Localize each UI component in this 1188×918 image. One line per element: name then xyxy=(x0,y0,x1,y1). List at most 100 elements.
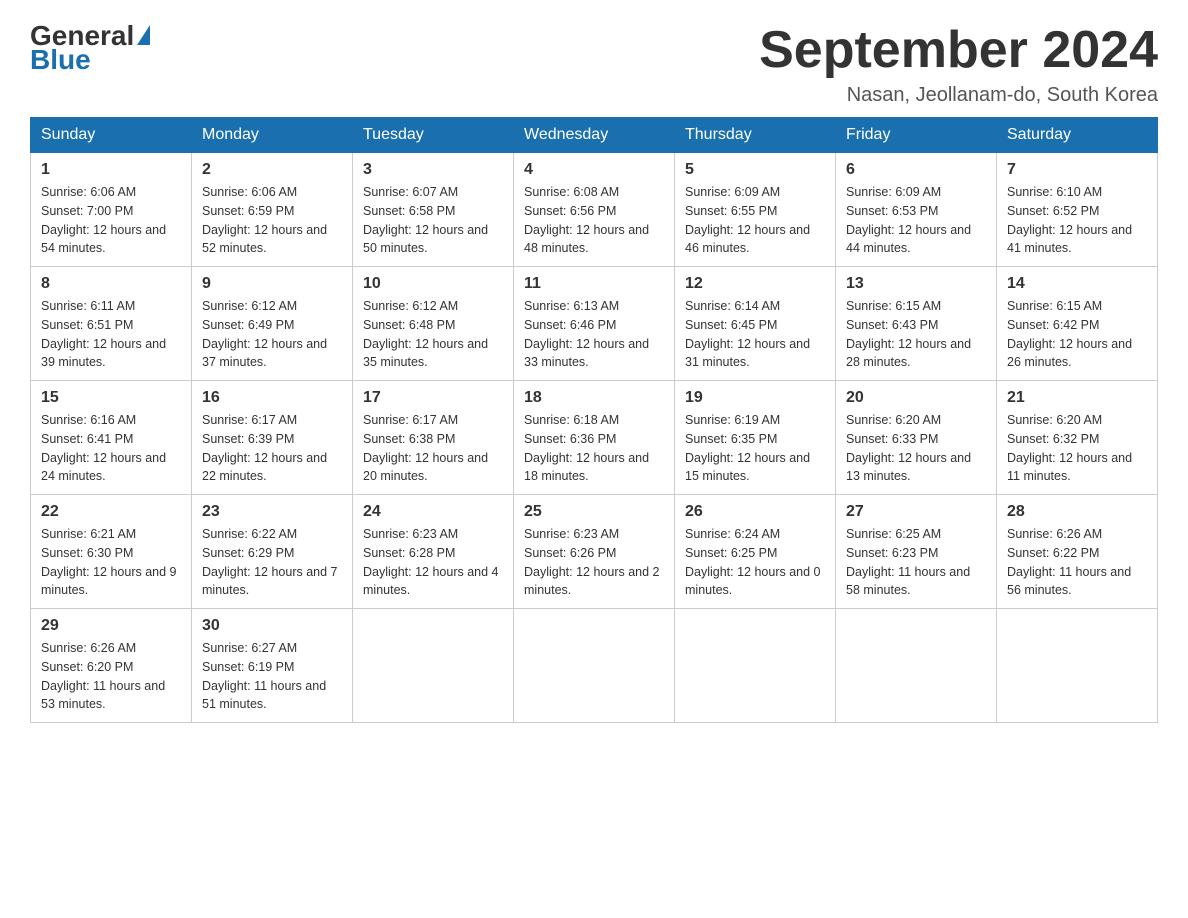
day-number: 24 xyxy=(363,503,503,521)
day-info: Sunrise: 6:13 AMSunset: 6:46 PMDaylight:… xyxy=(524,297,664,372)
day-info: Sunrise: 6:06 AMSunset: 7:00 PMDaylight:… xyxy=(41,183,181,258)
day-number: 5 xyxy=(685,161,825,179)
day-info: Sunrise: 6:20 AMSunset: 6:33 PMDaylight:… xyxy=(846,411,986,486)
calendar-cell: 13 Sunrise: 6:15 AMSunset: 6:43 PMDaylig… xyxy=(836,267,997,381)
day-info: Sunrise: 6:07 AMSunset: 6:58 PMDaylight:… xyxy=(363,183,503,258)
day-number: 23 xyxy=(202,503,342,521)
day-info: Sunrise: 6:17 AMSunset: 6:38 PMDaylight:… xyxy=(363,411,503,486)
calendar-cell xyxy=(675,609,836,723)
calendar-cell: 19 Sunrise: 6:19 AMSunset: 6:35 PMDaylig… xyxy=(675,381,836,495)
calendar-cell: 1 Sunrise: 6:06 AMSunset: 7:00 PMDayligh… xyxy=(31,153,192,267)
day-number: 18 xyxy=(524,389,664,407)
calendar-cell: 10 Sunrise: 6:12 AMSunset: 6:48 PMDaylig… xyxy=(353,267,514,381)
calendar-cell: 12 Sunrise: 6:14 AMSunset: 6:45 PMDaylig… xyxy=(675,267,836,381)
day-number: 12 xyxy=(685,275,825,293)
logo-triangle-icon xyxy=(137,25,150,45)
calendar-cell: 4 Sunrise: 6:08 AMSunset: 6:56 PMDayligh… xyxy=(514,153,675,267)
calendar-cell: 30 Sunrise: 6:27 AMSunset: 6:19 PMDaylig… xyxy=(192,609,353,723)
day-number: 20 xyxy=(846,389,986,407)
calendar-cell: 9 Sunrise: 6:12 AMSunset: 6:49 PMDayligh… xyxy=(192,267,353,381)
day-info: Sunrise: 6:23 AMSunset: 6:28 PMDaylight:… xyxy=(363,525,503,600)
calendar-cell: 14 Sunrise: 6:15 AMSunset: 6:42 PMDaylig… xyxy=(997,267,1158,381)
day-info: Sunrise: 6:11 AMSunset: 6:51 PMDaylight:… xyxy=(41,297,181,372)
logo-blue: Blue xyxy=(30,44,91,76)
day-number: 27 xyxy=(846,503,986,521)
day-info: Sunrise: 6:20 AMSunset: 6:32 PMDaylight:… xyxy=(1007,411,1147,486)
day-info: Sunrise: 6:25 AMSunset: 6:23 PMDaylight:… xyxy=(846,525,986,600)
day-number: 16 xyxy=(202,389,342,407)
day-number: 26 xyxy=(685,503,825,521)
day-info: Sunrise: 6:19 AMSunset: 6:35 PMDaylight:… xyxy=(685,411,825,486)
day-number: 14 xyxy=(1007,275,1147,293)
day-info: Sunrise: 6:26 AMSunset: 6:22 PMDaylight:… xyxy=(1007,525,1147,600)
day-info: Sunrise: 6:22 AMSunset: 6:29 PMDaylight:… xyxy=(202,525,342,600)
calendar-cell: 11 Sunrise: 6:13 AMSunset: 6:46 PMDaylig… xyxy=(514,267,675,381)
calendar-cell xyxy=(997,609,1158,723)
calendar-cell xyxy=(514,609,675,723)
weekday-header-tuesday: Tuesday xyxy=(353,118,514,153)
day-info: Sunrise: 6:17 AMSunset: 6:39 PMDaylight:… xyxy=(202,411,342,486)
weekday-header-saturday: Saturday xyxy=(997,118,1158,153)
day-number: 15 xyxy=(41,389,181,407)
calendar-cell xyxy=(836,609,997,723)
day-info: Sunrise: 6:24 AMSunset: 6:25 PMDaylight:… xyxy=(685,525,825,600)
weekday-header-wednesday: Wednesday xyxy=(514,118,675,153)
day-number: 9 xyxy=(202,275,342,293)
calendar-cell: 27 Sunrise: 6:25 AMSunset: 6:23 PMDaylig… xyxy=(836,495,997,609)
day-info: Sunrise: 6:14 AMSunset: 6:45 PMDaylight:… xyxy=(685,297,825,372)
day-number: 21 xyxy=(1007,389,1147,407)
weekday-header-row: SundayMondayTuesdayWednesdayThursdayFrid… xyxy=(31,118,1158,153)
day-info: Sunrise: 6:09 AMSunset: 6:53 PMDaylight:… xyxy=(846,183,986,258)
day-number: 13 xyxy=(846,275,986,293)
day-number: 8 xyxy=(41,275,181,293)
calendar-cell: 24 Sunrise: 6:23 AMSunset: 6:28 PMDaylig… xyxy=(353,495,514,609)
day-info: Sunrise: 6:08 AMSunset: 6:56 PMDaylight:… xyxy=(524,183,664,258)
calendar-cell: 3 Sunrise: 6:07 AMSunset: 6:58 PMDayligh… xyxy=(353,153,514,267)
day-info: Sunrise: 6:06 AMSunset: 6:59 PMDaylight:… xyxy=(202,183,342,258)
day-info: Sunrise: 6:26 AMSunset: 6:20 PMDaylight:… xyxy=(41,639,181,714)
calendar-cell: 16 Sunrise: 6:17 AMSunset: 6:39 PMDaylig… xyxy=(192,381,353,495)
calendar-cell: 6 Sunrise: 6:09 AMSunset: 6:53 PMDayligh… xyxy=(836,153,997,267)
day-number: 30 xyxy=(202,617,342,635)
calendar-cell: 20 Sunrise: 6:20 AMSunset: 6:33 PMDaylig… xyxy=(836,381,997,495)
calendar-cell xyxy=(353,609,514,723)
day-number: 22 xyxy=(41,503,181,521)
day-number: 1 xyxy=(41,161,181,179)
calendar-week-1: 1 Sunrise: 6:06 AMSunset: 7:00 PMDayligh… xyxy=(31,153,1158,267)
day-info: Sunrise: 6:15 AMSunset: 6:43 PMDaylight:… xyxy=(846,297,986,372)
calendar-cell: 17 Sunrise: 6:17 AMSunset: 6:38 PMDaylig… xyxy=(353,381,514,495)
day-number: 4 xyxy=(524,161,664,179)
weekday-header-sunday: Sunday xyxy=(31,118,192,153)
day-number: 29 xyxy=(41,617,181,635)
calendar-cell: 8 Sunrise: 6:11 AMSunset: 6:51 PMDayligh… xyxy=(31,267,192,381)
calendar-cell: 15 Sunrise: 6:16 AMSunset: 6:41 PMDaylig… xyxy=(31,381,192,495)
title-block: September 2024 Nasan, Jeollanam-do, Sout… xyxy=(759,20,1158,107)
logo: General Blue xyxy=(30,20,150,76)
day-number: 25 xyxy=(524,503,664,521)
calendar-cell: 18 Sunrise: 6:18 AMSunset: 6:36 PMDaylig… xyxy=(514,381,675,495)
day-number: 6 xyxy=(846,161,986,179)
day-number: 2 xyxy=(202,161,342,179)
day-info: Sunrise: 6:23 AMSunset: 6:26 PMDaylight:… xyxy=(524,525,664,600)
calendar-subtitle: Nasan, Jeollanam-do, South Korea xyxy=(759,84,1158,107)
day-info: Sunrise: 6:18 AMSunset: 6:36 PMDaylight:… xyxy=(524,411,664,486)
calendar-table: SundayMondayTuesdayWednesdayThursdayFrid… xyxy=(30,117,1158,723)
calendar-cell: 26 Sunrise: 6:24 AMSunset: 6:25 PMDaylig… xyxy=(675,495,836,609)
day-number: 3 xyxy=(363,161,503,179)
day-info: Sunrise: 6:15 AMSunset: 6:42 PMDaylight:… xyxy=(1007,297,1147,372)
calendar-title: September 2024 xyxy=(759,20,1158,80)
calendar-cell: 29 Sunrise: 6:26 AMSunset: 6:20 PMDaylig… xyxy=(31,609,192,723)
calendar-cell: 21 Sunrise: 6:20 AMSunset: 6:32 PMDaylig… xyxy=(997,381,1158,495)
calendar-cell: 22 Sunrise: 6:21 AMSunset: 6:30 PMDaylig… xyxy=(31,495,192,609)
day-number: 11 xyxy=(524,275,664,293)
calendar-cell: 28 Sunrise: 6:26 AMSunset: 6:22 PMDaylig… xyxy=(997,495,1158,609)
calendar-cell: 23 Sunrise: 6:22 AMSunset: 6:29 PMDaylig… xyxy=(192,495,353,609)
calendar-week-2: 8 Sunrise: 6:11 AMSunset: 6:51 PMDayligh… xyxy=(31,267,1158,381)
weekday-header-friday: Friday xyxy=(836,118,997,153)
day-info: Sunrise: 6:12 AMSunset: 6:48 PMDaylight:… xyxy=(363,297,503,372)
calendar-week-5: 29 Sunrise: 6:26 AMSunset: 6:20 PMDaylig… xyxy=(31,609,1158,723)
day-info: Sunrise: 6:16 AMSunset: 6:41 PMDaylight:… xyxy=(41,411,181,486)
calendar-cell: 5 Sunrise: 6:09 AMSunset: 6:55 PMDayligh… xyxy=(675,153,836,267)
weekday-header-thursday: Thursday xyxy=(675,118,836,153)
day-info: Sunrise: 6:09 AMSunset: 6:55 PMDaylight:… xyxy=(685,183,825,258)
